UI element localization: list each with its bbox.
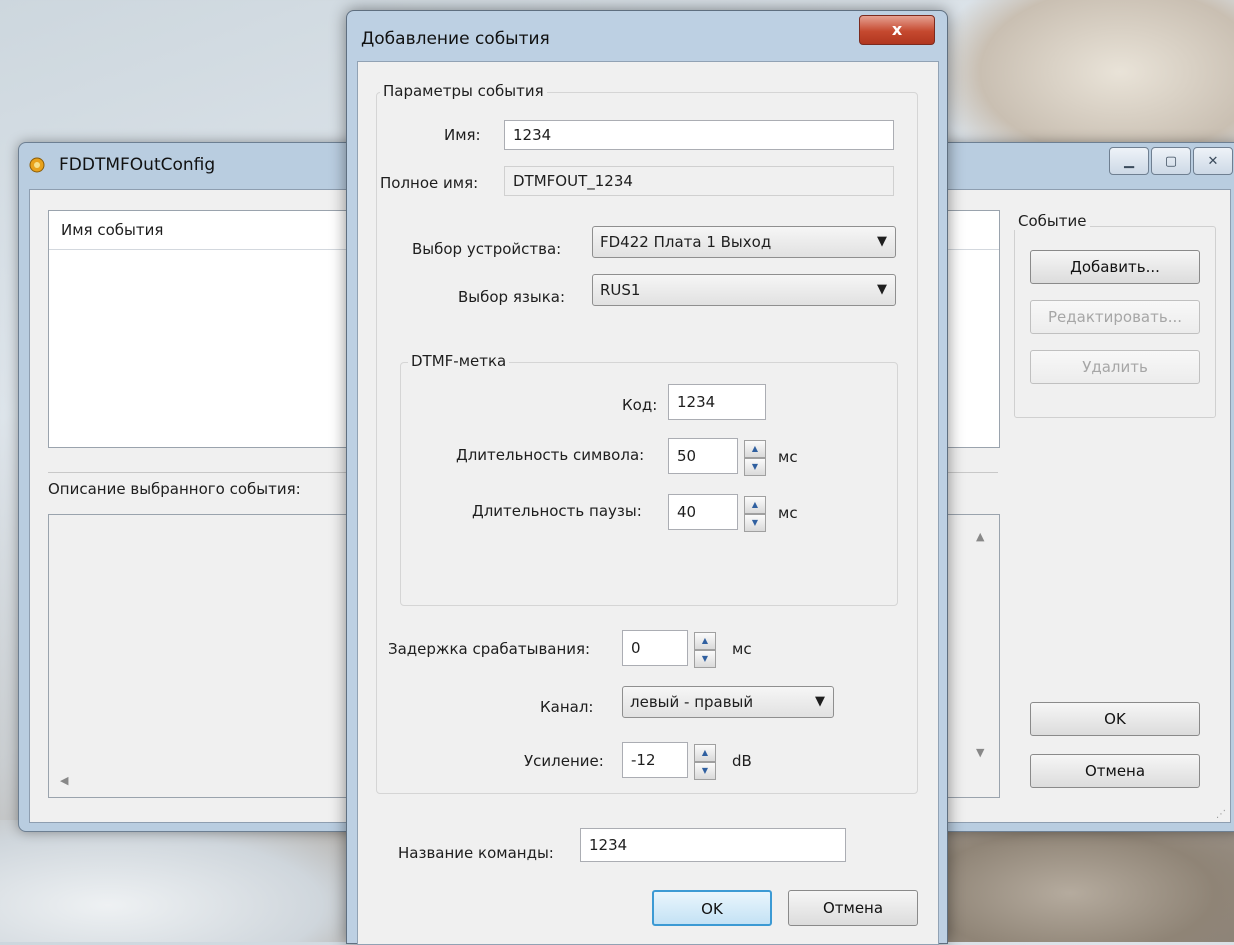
resize-grip-icon[interactable]: ⋰ <box>1216 809 1226 820</box>
symbol-duration-unit: мс <box>778 448 798 466</box>
caption-buttons: ▁ ▢ ✕ <box>1109 147 1233 175</box>
scroll-up-icon[interactable]: ▲ <box>976 530 984 543</box>
scroll-down-icon[interactable]: ▼ <box>976 746 984 759</box>
pause-duration-stepper[interactable]: ▲ ▼ <box>744 496 766 532</box>
dialog-client-area: Параметры события Имя: 1234 Полное имя: … <box>357 61 939 945</box>
pause-duration-field[interactable]: 40 <box>668 494 738 530</box>
maximize-icon[interactable]: ▢ <box>1151 147 1191 175</box>
symbol-duration-field[interactable]: 50 <box>668 438 738 474</box>
edit-button[interactable]: Редактировать... <box>1030 300 1200 334</box>
gain-unit: dB <box>732 752 752 770</box>
chevron-down-icon: ▼ <box>815 694 825 709</box>
device-select-value: FD422 Плата 1 Выход <box>600 233 772 251</box>
stepper-down-icon[interactable]: ▼ <box>744 514 766 532</box>
add-event-dialog: Добавление события x Параметры события И… <box>346 10 948 945</box>
command-name-field[interactable]: 1234 <box>580 828 846 862</box>
stepper-up-icon[interactable]: ▲ <box>694 632 716 650</box>
scroll-left-icon[interactable]: ◀ <box>60 774 68 787</box>
stepper-up-icon[interactable]: ▲ <box>744 440 766 458</box>
code-field[interactable]: 1234 <box>668 384 766 420</box>
delay-stepper[interactable]: ▲ ▼ <box>694 632 716 668</box>
description-label: Описание выбранного события: <box>48 480 301 498</box>
channel-select[interactable]: левый - правый ▼ <box>622 686 834 718</box>
main-window-title: FDDTMFOutConfig <box>59 155 216 175</box>
device-select[interactable]: FD422 Плата 1 Выход ▼ <box>592 226 896 258</box>
close-icon[interactable]: x <box>859 15 935 45</box>
gain-field[interactable]: -12 <box>622 742 688 778</box>
pause-duration-unit: мс <box>778 504 798 522</box>
gain-stepper[interactable]: ▲ ▼ <box>694 744 716 780</box>
event-group-title: Событие <box>1014 212 1091 230</box>
fullname-label: Полное имя: <box>380 174 479 192</box>
main-ok-button[interactable]: OK <box>1030 702 1200 736</box>
dialog-title: Добавление события <box>361 29 550 49</box>
language-select-value: RUS1 <box>600 281 641 299</box>
chevron-down-icon: ▼ <box>877 282 887 297</box>
dialog-cancel-button[interactable]: Отмена <box>788 890 918 926</box>
delete-button[interactable]: Удалить <box>1030 350 1200 384</box>
name-label: Имя: <box>444 126 481 144</box>
add-button[interactable]: Добавить... <box>1030 250 1200 284</box>
event-params-legend: Параметры события <box>380 82 547 100</box>
fullname-field: DTMFOUT_1234 <box>504 166 894 196</box>
desktop-background-left <box>0 820 360 942</box>
main-cancel-button[interactable]: Отмена <box>1030 754 1200 788</box>
delay-label: Задержка срабатывания: <box>388 640 591 658</box>
stepper-up-icon[interactable]: ▲ <box>694 744 716 762</box>
channel-label: Канал: <box>540 698 594 716</box>
app-icon <box>29 157 45 173</box>
close-icon[interactable]: ✕ <box>1193 147 1233 175</box>
device-label: Выбор устройства: <box>412 240 562 258</box>
command-name-label: Название команды: <box>398 844 554 862</box>
desktop-background-lower <box>900 820 1234 942</box>
stepper-down-icon[interactable]: ▼ <box>694 762 716 780</box>
stepper-down-icon[interactable]: ▼ <box>694 650 716 668</box>
symbol-duration-stepper[interactable]: ▲ ▼ <box>744 440 766 476</box>
dialog-ok-button[interactable]: OK <box>652 890 772 926</box>
gain-label: Усиление: <box>524 752 604 770</box>
chevron-down-icon: ▼ <box>877 234 887 249</box>
channel-select-value: левый - правый <box>630 693 754 711</box>
symbol-duration-label: Длительность символа: <box>456 446 645 464</box>
stepper-up-icon[interactable]: ▲ <box>744 496 766 514</box>
name-field[interactable]: 1234 <box>504 120 894 150</box>
minimize-icon[interactable]: ▁ <box>1109 147 1149 175</box>
delay-unit: мс <box>732 640 752 658</box>
language-select[interactable]: RUS1 ▼ <box>592 274 896 306</box>
delay-field[interactable]: 0 <box>622 630 688 666</box>
pause-duration-label: Длительность паузы: <box>472 502 642 520</box>
dtmf-legend: DTMF-метка <box>408 352 510 370</box>
language-label: Выбор языка: <box>458 288 565 306</box>
code-label: Код: <box>622 396 658 414</box>
stepper-down-icon[interactable]: ▼ <box>744 458 766 476</box>
